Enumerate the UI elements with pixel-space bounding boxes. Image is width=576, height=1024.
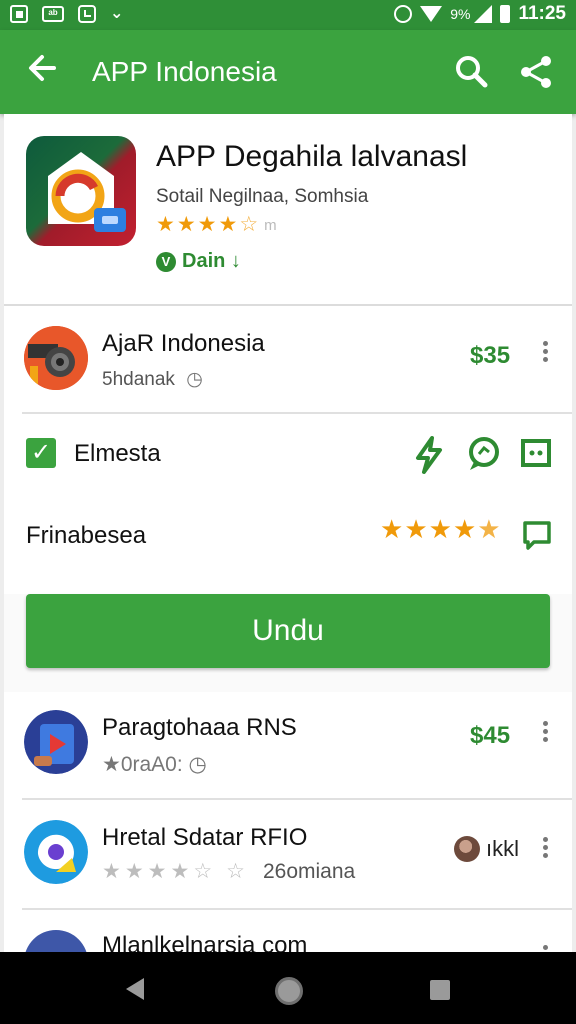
status-bar: ab ⌄ 9% 11:25 xyxy=(0,0,576,30)
list-item-title: Paragtohaaa RNS xyxy=(102,714,297,741)
camera-icon xyxy=(24,326,88,390)
star-half-icon: ★ xyxy=(477,514,501,544)
more-options-button[interactable] xyxy=(537,718,553,748)
list-item-subtitle-text: 5hdanak xyxy=(102,369,175,390)
more-options-button[interactable] xyxy=(537,942,553,952)
battery-icon xyxy=(500,5,511,23)
list-item-price[interactable]: $45 xyxy=(470,722,510,750)
star-icon: ☆ xyxy=(193,860,213,883)
badge-label: Dain ↓ xyxy=(182,250,241,272)
install-button[interactable]: Undu xyxy=(26,594,550,668)
app-thumbnail xyxy=(24,930,88,952)
badge-icon: V xyxy=(156,251,176,272)
toolbar-title: APP Indonesia xyxy=(92,56,277,87)
star-icon: ★ xyxy=(218,213,238,236)
wifi-icon xyxy=(420,6,443,22)
app-toolbar: APP Indonesia xyxy=(0,30,576,114)
star-icon: ★ xyxy=(452,514,477,544)
chat-bubble-icon xyxy=(24,820,88,884)
message-action-button[interactable] xyxy=(520,438,554,472)
app-header: APP Degahila lalvanasl Sotail Negilnaa, … xyxy=(4,114,572,306)
star-icon: ★ xyxy=(124,860,144,883)
star-icon: ★ xyxy=(428,514,452,544)
app-thumbnail xyxy=(24,326,88,390)
app-thumbnail xyxy=(24,820,88,884)
clock-icon: ◷ xyxy=(186,369,203,390)
system-navigation-bar xyxy=(0,952,576,1024)
list-item-title: AjaR Indonesia xyxy=(102,330,265,357)
list-item-title: Hretal Sdatar RFIO xyxy=(102,824,308,851)
star-icon: ★ xyxy=(156,213,175,236)
app-thumbnail xyxy=(24,710,88,774)
list-item-subtitle: ★0raA0: ◷ xyxy=(102,753,207,776)
star-icon: ★ xyxy=(170,860,190,883)
alarm-icon xyxy=(394,5,413,23)
more-options-button[interactable] xyxy=(537,338,553,368)
star-icon: ★ xyxy=(380,514,404,544)
feature-checkbox[interactable]: ✓ xyxy=(26,438,56,468)
list-item-price[interactable]: ıkkl xyxy=(486,836,519,862)
nav-recents-button[interactable] xyxy=(430,980,450,1000)
nav-home-button[interactable] xyxy=(275,977,303,1005)
star-icon: ★ xyxy=(102,860,121,883)
signal-icon xyxy=(474,5,493,23)
notification-icons: ab ⌄ xyxy=(10,5,123,23)
star-icon: ★ xyxy=(147,860,167,883)
rating-count: m xyxy=(264,216,277,234)
rating-stars[interactable]: ★ ★ ★ ★ ★ xyxy=(380,514,501,544)
review-button[interactable] xyxy=(522,520,556,554)
chevron-down-icon: ⌄ xyxy=(110,5,124,22)
list-item-subtitle: 26omiana xyxy=(262,860,356,883)
list-item-rating: ★ ★ ★ ★ ☆ ☆ 26omiana xyxy=(102,860,355,884)
back-button[interactable] xyxy=(22,50,62,94)
list-item[interactable]: Hretal Sdatar RFIO ★ ★ ★ ★ ☆ ☆ 26omiana … xyxy=(4,802,572,912)
notification-clock-icon xyxy=(78,5,96,23)
more-options-button[interactable] xyxy=(537,834,553,864)
search-icon xyxy=(456,56,488,88)
app-logo[interactable] xyxy=(26,136,136,246)
star-icon: ★ xyxy=(197,213,217,236)
camera-logo-icon xyxy=(48,152,126,232)
star-icon: ☆ xyxy=(226,860,245,883)
feature-label: Elmesta xyxy=(74,440,161,467)
chat-icon xyxy=(469,437,499,470)
share-button[interactable] xyxy=(516,52,556,92)
video-icon xyxy=(24,710,88,774)
list-item-subtitle: 5hdanak ◷ xyxy=(102,368,203,391)
nav-back-button[interactable] xyxy=(126,978,144,1000)
search-button[interactable] xyxy=(452,52,492,92)
list-item[interactable]: Mlanlkelnarsia com xyxy=(4,912,572,952)
system-icons: 9% 11:25 xyxy=(394,3,566,25)
divider xyxy=(22,908,572,910)
message-icon xyxy=(521,439,551,467)
avatar xyxy=(454,836,480,862)
arrow-left-icon xyxy=(29,55,56,81)
notification-message-icon: ab xyxy=(42,6,64,22)
star-icon: ★ xyxy=(176,213,196,236)
content-area: APP Degahila lalvanasl Sotail Negilnaa, … xyxy=(4,114,572,952)
star-icon: ★ xyxy=(404,514,428,544)
app-screen: ab ⌄ 9% 11:25 APP Indonesia APP Degahila… xyxy=(0,0,576,1024)
list-item[interactable]: AjaR Indonesia 5hdanak ◷ $35 xyxy=(4,306,572,414)
app-developer[interactable]: Sotail Negilnaa, Somhsia xyxy=(156,186,368,208)
list-item-price[interactable]: $35 xyxy=(470,342,510,370)
editors-choice-badge: V Dain ↓ xyxy=(156,250,241,273)
app-title: APP Degahila lalvanasl xyxy=(156,140,468,173)
battery-percent: 9% xyxy=(450,6,471,22)
notification-image-icon xyxy=(10,5,28,23)
star-half-icon: ☆ xyxy=(239,213,259,236)
divider xyxy=(22,798,572,800)
status-time: 11:25 xyxy=(518,3,566,24)
feature-row: ✓ Elmesta xyxy=(4,414,572,496)
rating-label: Frinabesea xyxy=(26,522,147,549)
share-icon xyxy=(521,56,551,88)
list-item-title: Mlanlkelnarsia com xyxy=(102,932,308,952)
comment-icon xyxy=(523,521,551,550)
bolt-icon xyxy=(416,436,442,474)
rating-row: Frinabesea ★ ★ ★ ★ ★ xyxy=(4,496,572,594)
chat-action-button[interactable] xyxy=(466,436,500,470)
bolt-action-button[interactable] xyxy=(412,436,446,474)
app-rating: ★ ★ ★ ★ ☆ m xyxy=(156,214,277,236)
list-item[interactable]: Paragtohaaa RNS ★0raA0: ◷ $45 xyxy=(4,692,572,802)
